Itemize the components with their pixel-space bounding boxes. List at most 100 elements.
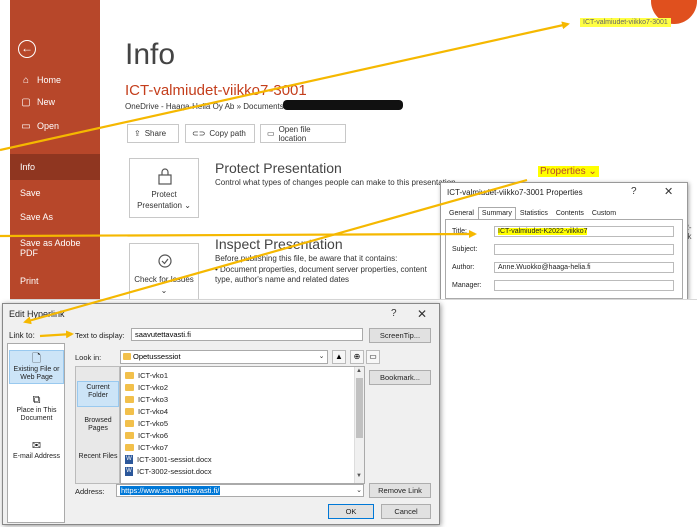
inspect-bullet-text: Document properties, document server pro… — [215, 265, 427, 284]
link-to-label: Link to: — [9, 331, 35, 340]
word-document-icon: W — [125, 455, 133, 464]
list-item[interactable]: ICT-vko6 — [125, 430, 168, 441]
scroll-up-icon[interactable]: ▲ — [356, 368, 362, 374]
text-to-display-input[interactable]: saavutettavasti.fi — [131, 328, 363, 341]
up-folder-icon[interactable]: ▲ — [332, 350, 346, 364]
link-to-existing-file[interactable]: 🗋 Existing File or Web Page — [9, 350, 64, 384]
screenshot-stage: ← ⌂ Home ▢ New ▭ Open Info Save Save As Sav… — [0, 0, 697, 527]
inspect-document-icon — [158, 254, 172, 268]
list-item-label: ICT-vko1 — [138, 371, 169, 380]
chevron-down-icon[interactable]: ⌄ — [316, 351, 327, 363]
list-item[interactable]: W ICT-3002-sessiot.docx — [125, 466, 212, 477]
list-item[interactable]: ICT-vko7 — [125, 442, 168, 453]
share-label: Share — [144, 129, 167, 138]
nav-new[interactable]: ▢ New — [10, 94, 100, 110]
list-item[interactable]: ICT-vko1 — [125, 370, 168, 381]
scroll-down-icon[interactable]: ▼ — [356, 473, 362, 479]
folder-icon — [125, 384, 134, 391]
author-field[interactable]: Anne.Wuokko@haaga-helia.fi — [494, 262, 674, 273]
open-file-location-label: Open file location — [278, 124, 311, 143]
document-place-icon: ⧉ — [32, 394, 41, 406]
ok-button[interactable]: OK — [328, 504, 374, 519]
look-in-select[interactable]: Opetussessiot — [120, 350, 328, 364]
list-item-label: ICT-3001-sessiot.docx — [137, 455, 212, 464]
nav-save-as-label: Save As — [20, 212, 54, 222]
list-item[interactable]: W ICT-3001-sessiot.docx — [125, 454, 212, 465]
protect-presentation-button[interactable]: Protect Presentation ⌄ — [129, 158, 199, 218]
recent-files-tab[interactable]: Recent Files — [77, 453, 119, 475]
scrollbar-thumb[interactable] — [356, 378, 363, 438]
page-title: Info — [125, 38, 176, 71]
nav-save[interactable]: Save — [10, 186, 100, 200]
share-icon: ⇪ — [134, 129, 141, 138]
close-icon[interactable]: ✕ — [664, 185, 673, 198]
back-arrow-icon[interactable]: ← — [18, 40, 36, 58]
close-icon[interactable]: ✕ — [417, 307, 427, 321]
hyperlink-dialog-title: Edit Hyperlink — [9, 309, 65, 319]
copy-path-button[interactable]: ⊂⊃ Copy path — [185, 124, 255, 143]
inspect-title: Inspect Presentation — [215, 236, 343, 252]
screentip-button[interactable]: ScreenTip... — [369, 328, 431, 343]
link-to-email[interactable]: ✉ E-mail Address — [9, 440, 64, 474]
list-item-label: ICT-vko4 — [138, 407, 169, 416]
edit-hyperlink-dialog: Edit Hyperlink ? ✕ Link to: 🗋 Existing Fi… — [2, 303, 440, 525]
list-item[interactable]: ICT-vko3 — [125, 394, 168, 405]
protect-presentation-label: Protect Presentation — [137, 190, 182, 210]
open-folder-icon[interactable]: ▭ — [366, 350, 380, 364]
folder-icon — [125, 372, 134, 379]
nav-info-label: Info — [20, 162, 36, 172]
nav-save-adobe-pdf[interactable]: Save as Adobe PDF — [10, 236, 90, 260]
link-to-place-in-document[interactable]: ⧉ Place in This Document — [9, 394, 64, 428]
nav-home[interactable]: ⌂ Home — [10, 72, 100, 88]
check-for-issues-button[interactable]: Check for Issues ⌄ — [129, 243, 199, 299]
list-item[interactable]: ICT-vko4 — [125, 406, 168, 417]
cancel-button[interactable]: Cancel — [381, 504, 431, 519]
nav-open[interactable]: ▭ Open — [10, 118, 100, 134]
folder-icon — [125, 432, 134, 439]
summary-panel: Title: ICT-valmiudet-K2022-viikko7 Subje… — [445, 219, 683, 299]
help-button[interactable]: ? — [631, 186, 637, 197]
title-value: ICT-valmiudet-K2022-viikko7 — [498, 228, 588, 235]
nav-info[interactable]: Info — [10, 154, 100, 180]
file-name: ICT-valmiudet-viikko7-3001 — [125, 82, 307, 99]
word-document-icon: W — [125, 467, 133, 476]
current-folder-tab[interactable]: Current Folder — [77, 381, 119, 407]
file-list-scrollbar[interactable]: ▲ ▼ — [354, 367, 364, 483]
nav-save-label: Save — [20, 188, 41, 198]
list-item[interactable]: ICT-vko2 — [125, 382, 168, 393]
properties-label: Properties — [540, 166, 586, 177]
folder-icon — [125, 420, 134, 427]
subject-label: Subject: — [452, 246, 478, 253]
remove-link-button[interactable]: Remove Link — [369, 483, 431, 498]
list-item[interactable]: ICT-vko5 — [125, 418, 168, 429]
open-file-location-button[interactable]: ▭ Open file location — [260, 124, 346, 143]
list-item-label: ICT-vko6 — [138, 431, 169, 440]
existing-file-label: Existing File or Web Page — [13, 366, 60, 381]
browsed-pages-tab[interactable]: Browsed Pages — [77, 417, 119, 439]
email-address-label: E-mail Address — [12, 453, 61, 460]
share-button[interactable]: ⇪ Share — [127, 124, 179, 143]
author-label: Author: — [452, 264, 475, 271]
copy-path-label: Copy path — [209, 129, 246, 138]
file-path: OneDrive - Haaga-Helia Oy Ab » Documents… — [125, 102, 291, 111]
chevron-down-icon[interactable]: ⌄ — [354, 485, 364, 496]
properties-dropdown[interactable]: Properties ⌄ — [538, 166, 599, 177]
redaction-bar — [283, 100, 403, 110]
title-label: Title: — [452, 228, 467, 235]
link-icon: ⊂⊃ — [192, 129, 206, 138]
nav-save-as[interactable]: Save As — [10, 210, 100, 224]
address-input[interactable]: https://www.saavutettavasti.fi/ — [116, 484, 364, 497]
nav-print[interactable]: Print — [10, 274, 100, 288]
help-button[interactable]: ? — [391, 308, 397, 319]
look-in-value: Opetussessiot — [133, 352, 181, 361]
text-to-display-label: Text to display: — [75, 331, 125, 340]
list-item-label: ICT-vko7 — [138, 443, 169, 452]
folder-open-icon: ▭ — [21, 120, 31, 132]
manager-field[interactable] — [494, 280, 674, 291]
search-web-icon[interactable]: ⊕ — [350, 350, 364, 364]
subject-field[interactable] — [494, 244, 674, 255]
bookmark-button[interactable]: Bookmark... — [369, 370, 431, 385]
new-file-icon: ▢ — [21, 96, 31, 108]
title-field[interactable]: ICT-valmiudet-K2022-viikko7 — [494, 226, 674, 237]
properties-dialog: ICT-valmiudet-viikko7-3001 Properties ? … — [440, 182, 688, 299]
